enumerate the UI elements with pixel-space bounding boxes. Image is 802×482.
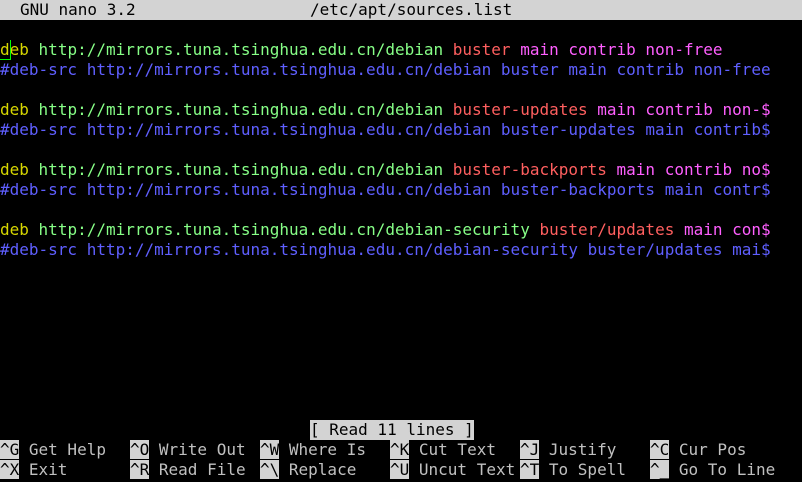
shortcut-key: ^\	[260, 460, 280, 479]
line-components: main contr$	[664, 180, 771, 199]
editor-line: deb http://mirrors.tuna.tsinghua.edu.cn/…	[0, 160, 802, 180]
line-url: http://mirrors.tuna.tsinghua.edu.cn/debi…	[86, 120, 492, 139]
line-suite: buster	[500, 60, 559, 79]
shortcut-bar-row-1: ^G Get Help ^O Write Out ^W Where Is ^K Cut…	[0, 440, 802, 460]
shortcut-label: Read File	[149, 460, 246, 479]
status-bar: [ Read 11 lines ]	[0, 420, 802, 440]
shortcut-key: ^U	[390, 460, 410, 479]
shortcut-key: ^_	[650, 460, 670, 479]
line-suite: buster/updates	[539, 220, 675, 239]
line-components: main contrib non-free	[568, 60, 771, 79]
shortcut-key: ^O	[130, 440, 150, 459]
shortcut-to-spell[interactable]: ^T To Spell	[520, 460, 626, 480]
shortcut-key: ^J	[520, 440, 540, 459]
editor-line: #deb-src http://mirrors.tuna.tsinghua.ed…	[0, 120, 802, 140]
shortcut-label: Where Is	[279, 440, 366, 459]
shortcut-label: To Spell	[539, 460, 626, 479]
shortcut-read-file[interactable]: ^R Read File	[130, 460, 246, 480]
line-components: mai$	[732, 240, 771, 259]
title-bar: GNU nano 3.2 /etc/apt/sources.list	[0, 0, 802, 20]
shortcut-label: Exit	[19, 460, 68, 479]
line-components: main con$	[683, 220, 771, 239]
shortcut-label: Replace	[279, 460, 357, 479]
line-components: main contrib non-free	[520, 40, 723, 59]
shortcut-cur-pos[interactable]: ^C Cur Pos	[650, 440, 746, 460]
line-url: http://mirrors.tuna.tsinghua.edu.cn/debi…	[38, 40, 444, 59]
shortcut-bar-row-2: ^X Exit ^R Read File ^\ Replace ^U Uncut Te…	[0, 460, 802, 480]
line-keyword: #deb-src	[0, 240, 78, 259]
shortcut-key: ^C	[650, 440, 670, 459]
shortcut-key: ^R	[130, 460, 150, 479]
shortcut-label: Cut Text	[409, 440, 496, 459]
line-keyword: deb	[0, 220, 29, 239]
line-url: http://mirrors.tuna.tsinghua.edu.cn/debi…	[38, 160, 444, 179]
shortcut-key: ^T	[520, 460, 540, 479]
shortcut-cut-text[interactable]: ^K Cut Text	[390, 440, 496, 460]
editor-line: deb http://mirrors.tuna.tsinghua.edu.cn/…	[0, 100, 802, 120]
line-url: http://mirrors.tuna.tsinghua.edu.cn/debi…	[86, 180, 492, 199]
shortcut-write-out[interactable]: ^O Write Out	[130, 440, 246, 460]
app-name: GNU nano 3.2	[20, 0, 136, 19]
shortcut-exit[interactable]: ^X Exit	[0, 460, 67, 480]
shortcut-get-help[interactable]: ^G Get Help	[0, 440, 106, 460]
line-keyword: #deb-src	[0, 120, 78, 139]
shortcut-label: Get Help	[19, 440, 106, 459]
line-components: main contrib$	[645, 120, 771, 139]
shortcut-replace[interactable]: ^\ Replace	[260, 460, 356, 480]
shortcut-key: ^G	[0, 440, 20, 459]
editor-line: #deb-src http://mirrors.tuna.tsinghua.ed…	[0, 180, 802, 200]
shortcut-label: Go To Line	[669, 460, 776, 479]
line-keyword: deb	[0, 160, 29, 179]
editor-area[interactable]: deb http://mirrors.tuna.tsinghua.edu.cn/…	[0, 40, 802, 260]
text-cursor: d	[0, 40, 11, 60]
shortcut-label: Uncut Text	[409, 460, 516, 479]
shortcut-go-to-line[interactable]: ^_ Go To Line	[650, 460, 775, 480]
shortcut-key: ^W	[260, 440, 280, 459]
line-url: http://mirrors.tuna.tsinghua.edu.cn/debi…	[86, 240, 578, 259]
shortcut-key: ^X	[0, 460, 20, 479]
line-keyword: eb	[9, 40, 29, 59]
line-suite: buster-backports	[500, 180, 656, 199]
line-suite: buster-updates	[500, 120, 636, 139]
editor-line: #deb-src http://mirrors.tuna.tsinghua.ed…	[0, 240, 802, 260]
file-path: /etc/apt/sources.list	[310, 0, 513, 19]
editor-line: deb http://mirrors.tuna.tsinghua.edu.cn/…	[0, 220, 802, 240]
line-suite: buster-updates	[452, 100, 588, 119]
line-suite: buster-backports	[452, 160, 607, 179]
line-url: http://mirrors.tuna.tsinghua.edu.cn/debi…	[86, 60, 492, 79]
line-suite: buster	[452, 40, 511, 59]
shortcut-key: ^K	[390, 440, 410, 459]
shortcut-label: Cur Pos	[669, 440, 747, 459]
line-keyword: deb	[0, 100, 29, 119]
status-message: [ Read 11 lines ]	[310, 420, 474, 440]
shortcut-label: Write Out	[149, 440, 246, 459]
line-components: main contrib no$	[616, 160, 771, 179]
editor-line: #deb-src http://mirrors.tuna.tsinghua.ed…	[0, 60, 802, 80]
shortcut-label: Justify	[539, 440, 617, 459]
line-components: main contrib non-$	[597, 100, 771, 119]
line-suite: buster/updates	[587, 240, 723, 259]
editor-line: deb http://mirrors.tuna.tsinghua.edu.cn/…	[0, 40, 802, 60]
shortcut-uncut-text[interactable]: ^U Uncut Text	[390, 460, 515, 480]
line-url: http://mirrors.tuna.tsinghua.edu.cn/debi…	[38, 100, 444, 119]
line-keyword: #deb-src	[0, 180, 78, 199]
line-url: http://mirrors.tuna.tsinghua.edu.cn/debi…	[38, 220, 530, 239]
shortcut-where-is[interactable]: ^W Where Is	[260, 440, 366, 460]
line-keyword: #deb-src	[0, 60, 78, 79]
shortcut-justify[interactable]: ^J Justify	[520, 440, 616, 460]
